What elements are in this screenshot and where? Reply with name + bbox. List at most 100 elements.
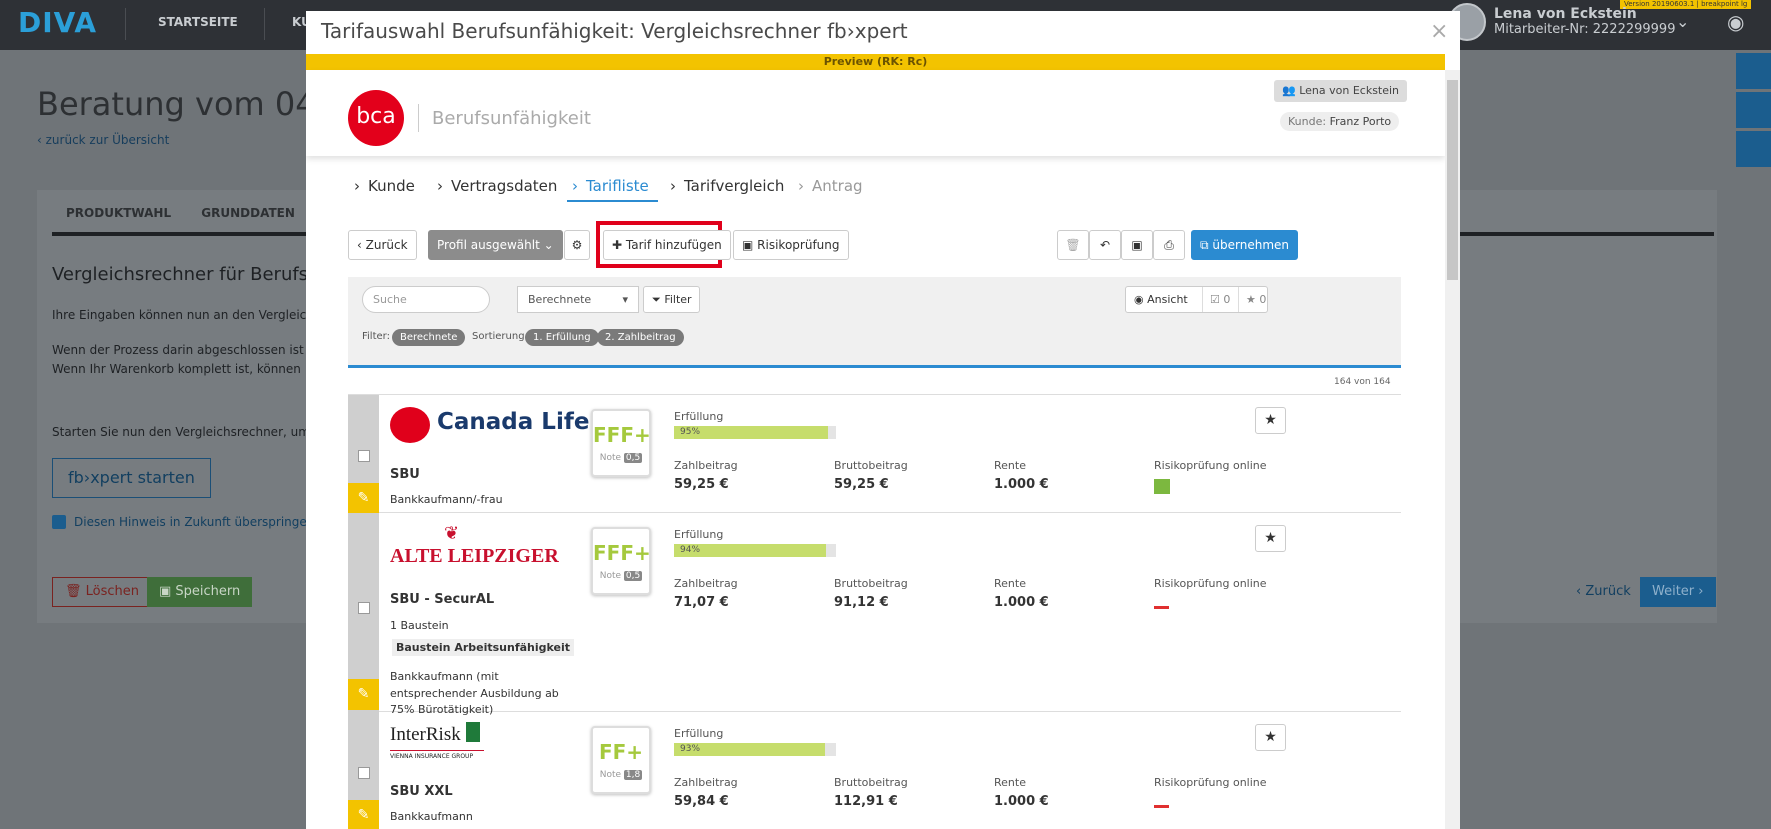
step-tarifvergleich[interactable]: › Tarifvergleich	[670, 177, 784, 195]
risk-check-label: Risikoprüfung	[757, 238, 840, 252]
pulse-icon: ▣	[742, 238, 754, 252]
skip-hint-checkbox[interactable]	[52, 515, 66, 529]
info-text: Wenn der Prozess darin abgeschlossen ist	[52, 343, 304, 357]
modal-title: Tarifauswahl Berufsunfähigkeit: Vergleic…	[321, 19, 908, 43]
payment-value: 59,84 €	[674, 794, 729, 809]
gross-label: Bruttobeitrag	[834, 459, 908, 472]
preview-banner: Preview (RK: Rc)	[306, 54, 1445, 70]
step-kunde[interactable]: › Kunde	[354, 177, 415, 195]
logo-underline	[390, 750, 484, 751]
pension-value: 1.000 €	[994, 477, 1049, 492]
favorites-count[interactable]: ★ 0	[1246, 287, 1266, 312]
scrollbar-thumb[interactable]	[1447, 80, 1458, 280]
sort-pill-fulfillment[interactable]: 1. Erfüllung	[525, 329, 599, 346]
embedded-header: bca Berufsunfähigkeit 👥 Lena von Eckstei…	[306, 70, 1445, 156]
customer-badge: Kunde: Franz Porto	[1280, 112, 1400, 131]
compare-checkbox[interactable]	[358, 767, 370, 779]
gross-value: 91,12 €	[834, 595, 889, 610]
back-button[interactable]: ‹ Zurück	[348, 230, 417, 260]
compare-checkbox[interactable]	[358, 450, 370, 462]
favorite-star-button[interactable]: ★	[1255, 525, 1286, 552]
gross-value: 112,91 €	[834, 794, 898, 809]
step-vertragsdaten[interactable]: › Vertragsdaten	[437, 177, 557, 195]
version-badge: Version 20190603.1 | breakpoint lg	[1620, 0, 1752, 9]
user-name[interactable]: Lena von Eckstein	[1494, 6, 1637, 22]
filter-pill[interactable]: Berechnete	[392, 329, 466, 346]
compare-count[interactable]: ☑ 0	[1210, 287, 1230, 312]
employee-number: Mitarbeiter-Nr: 2222299999	[1494, 22, 1676, 37]
info-text: Starten Sie nun den Vergleichsrechner, u…	[52, 425, 310, 439]
accept-label: übernehmen	[1212, 238, 1289, 252]
diva-logo[interactable]: DIVA	[18, 6, 97, 39]
next-button[interactable]: Weiter ›	[1640, 577, 1716, 607]
pension-label: Rente	[994, 577, 1026, 590]
sort-pill-payment[interactable]: 2. Zahlbeitrag	[597, 329, 684, 346]
bca-logo: bca	[348, 90, 404, 146]
add-tariff-button[interactable]: ✚ Tarif hinzufügen	[603, 230, 731, 260]
page-title: Beratung vom 04.	[37, 85, 326, 123]
pension-value: 1.000 €	[994, 794, 1049, 809]
fulfillment-fill: 94%	[674, 544, 827, 557]
document-edit-icon[interactable]: ✎	[348, 800, 379, 829]
favorites-count-value: 0	[1259, 293, 1267, 306]
customer-label: Kunde:	[1288, 115, 1327, 128]
fulfillment-bar: 94%	[674, 544, 836, 557]
back-label: Zurück	[1585, 584, 1631, 599]
filter-button[interactable]: ⏷ Filter	[643, 286, 700, 313]
briefcase-icon[interactable]	[1736, 92, 1771, 128]
risk-online-label: Risikoprüfung online	[1154, 459, 1267, 472]
customer-name: Franz Porto	[1329, 115, 1392, 128]
grade-value: 0,5	[623, 571, 643, 581]
start-fbxpert-button[interactable]: fb›xpert starten	[52, 458, 211, 498]
trash-icon[interactable]: 🗑	[1057, 230, 1089, 260]
info-text: Wenn Ihr Warenkorb komplett ist, können	[52, 362, 301, 376]
accept-button[interactable]: ⧉ übernehmen	[1191, 230, 1298, 260]
view-controls: ◉ Ansicht ☑ 0 ★ 0	[1125, 286, 1268, 313]
back-to-overview-link[interactable]: ‹ zurück zur Übersicht	[37, 133, 169, 147]
risk-check-button[interactable]: ▣ Risikoprüfung	[733, 230, 849, 260]
back-button[interactable]: ‹ Zurück	[1576, 584, 1631, 599]
modal-scrollbar[interactable]	[1445, 70, 1460, 829]
nav-startseite[interactable]: STARTSEITE	[158, 15, 238, 29]
favorite-star-button[interactable]: ★	[1255, 724, 1286, 751]
step-tarifliste[interactable]: › Tarifliste	[572, 177, 649, 195]
risk-online-unavailable-icon	[1154, 805, 1169, 808]
save-icon[interactable]: ▣	[1121, 230, 1153, 260]
favorite-star-button[interactable]: ★	[1255, 407, 1286, 434]
tab-grunddaten[interactable]: GRUNDDATEN	[201, 206, 295, 220]
fulfillment-value: 94%	[680, 545, 701, 555]
save-button[interactable]: ▣ Speichern	[147, 577, 253, 607]
sort-select[interactable]: Berechnete ▾	[517, 286, 639, 313]
compare-checkbox[interactable]	[358, 602, 370, 614]
grade-label: Note	[599, 770, 622, 780]
eye-slash-icon[interactable]: ◉	[1727, 10, 1744, 34]
print-icon[interactable]: ⎙	[1153, 230, 1185, 260]
step-label: Antrag	[812, 177, 863, 195]
product-description: entsprechender Ausbildung ab	[390, 687, 559, 700]
chat-icon[interactable]	[1736, 131, 1771, 167]
tariff-row: ✎ Canada Life SBU Bankkaufmann/-frau FFF…	[348, 394, 1401, 514]
gear-icon[interactable]: ⚙	[564, 230, 590, 260]
chevron-down-icon[interactable]: ⌄	[1676, 12, 1689, 31]
payment-label: Zahlbeitrag	[674, 459, 738, 472]
document-edit-icon[interactable]: ✎	[348, 483, 379, 514]
close-icon[interactable]: ×	[1430, 19, 1448, 44]
tariff-row: ✎ InterRisk VIENNA INSURANCE GROUP SBU X…	[348, 712, 1401, 829]
lightbulb-icon[interactable]	[1736, 53, 1771, 89]
section-heading: Vergleichsrechner für Berufsu	[52, 264, 320, 285]
row-strip: ✎	[348, 513, 379, 712]
tab-produktwahl[interactable]: PRODUKTWAHL	[66, 206, 171, 220]
undo-icon[interactable]: ↶	[1089, 230, 1121, 260]
grade: Note 0,5	[593, 453, 649, 463]
rating-value: FFF+	[593, 423, 651, 447]
fulfillment-fill: 93%	[674, 743, 825, 756]
view-button[interactable]: ◉ Ansicht	[1134, 287, 1188, 312]
product-description: Bankkaufmann	[390, 810, 473, 823]
risk-online-label: Risikoprüfung online	[1154, 577, 1267, 590]
document-edit-icon[interactable]: ✎	[348, 679, 379, 710]
delete-button[interactable]: 🗑 Löschen	[52, 577, 153, 607]
search-input[interactable]: Suche	[362, 286, 490, 313]
gross-label: Bruttobeitrag	[834, 577, 908, 590]
profile-dropdown[interactable]: Profil ausgewählt ⌄	[428, 230, 563, 260]
fulfillment-label: Erfüllung	[674, 410, 724, 423]
